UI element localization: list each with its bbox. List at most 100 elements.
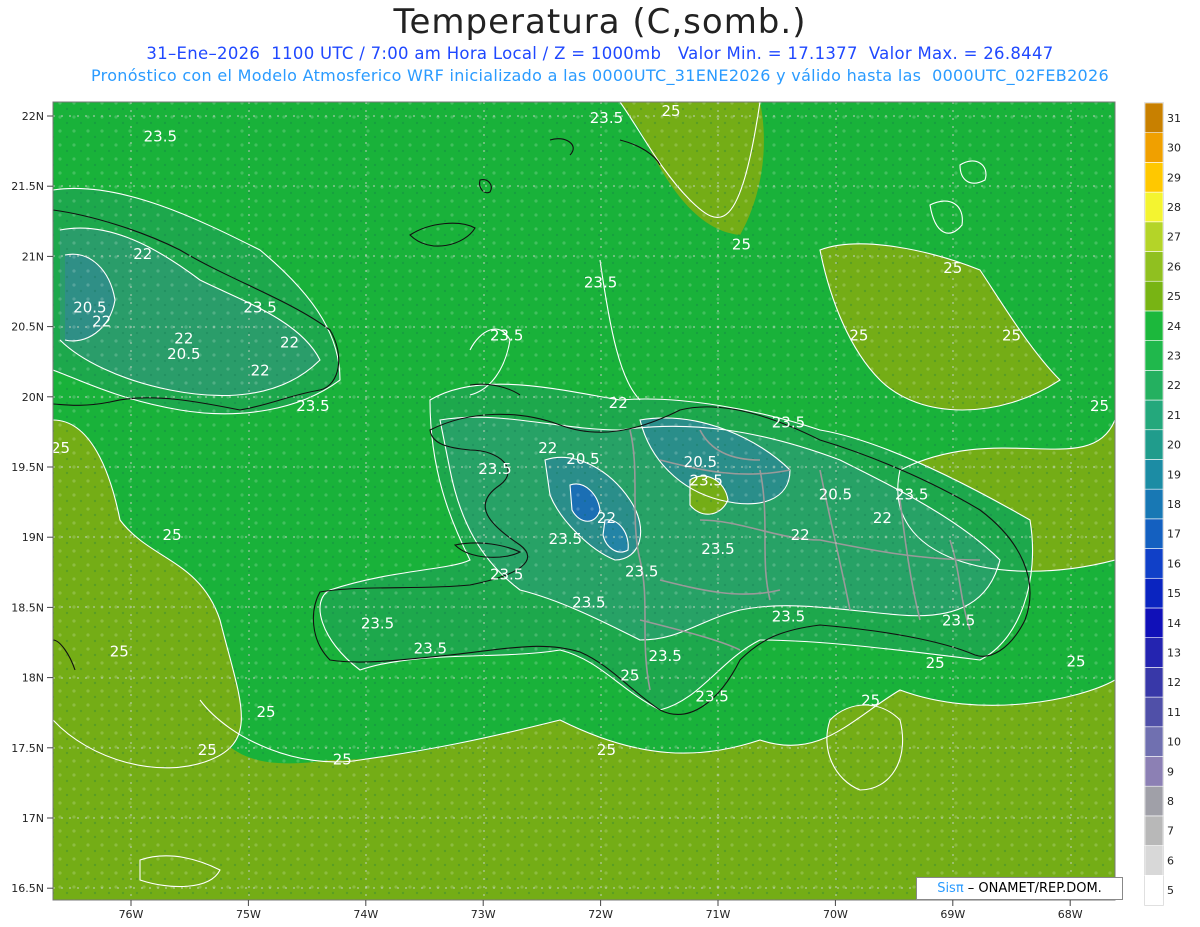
lat-tick-label: 21.5N bbox=[11, 180, 44, 193]
contour-label: 23.5 bbox=[296, 397, 329, 415]
lat-tick-label: 17N bbox=[22, 812, 44, 825]
contour-label: 22 bbox=[133, 245, 152, 263]
contour-label: 25 bbox=[51, 439, 70, 457]
contour-label: 23.5 bbox=[144, 127, 177, 145]
contour-label: 23.5 bbox=[625, 563, 658, 581]
colorbar-swatch bbox=[1144, 667, 1164, 698]
lon-tick-label: 72W bbox=[588, 908, 613, 921]
colorbar-label: 21 bbox=[1167, 409, 1181, 422]
lon-tick-label: 69W bbox=[940, 908, 965, 921]
contour-label: 23.5 bbox=[572, 593, 605, 611]
colorbar-label: 12 bbox=[1167, 676, 1181, 689]
contour-label: 25 bbox=[732, 235, 751, 253]
colorbar-label: 11 bbox=[1167, 706, 1181, 719]
contour-label: 25 bbox=[1002, 327, 1021, 345]
contour-label: 25 bbox=[333, 751, 352, 769]
colorbar-label: 23 bbox=[1167, 349, 1181, 362]
lat-tick-label: 19.5N bbox=[11, 461, 44, 474]
contour-label: 22 bbox=[92, 313, 111, 331]
colorbar-swatch bbox=[1144, 726, 1164, 757]
sispi-logo: Sisπ bbox=[937, 881, 964, 896]
field-texture bbox=[53, 102, 1115, 900]
contour-label: 25 bbox=[661, 102, 680, 120]
colorbar-label: 5 bbox=[1167, 884, 1174, 897]
colorbar-swatch bbox=[1144, 815, 1164, 846]
lon-tick-label: 74W bbox=[353, 908, 378, 921]
lat-tick-label: 16.5N bbox=[11, 882, 44, 895]
contour-label: 23.5 bbox=[9, 366, 42, 384]
contour-label: 25 bbox=[1090, 397, 1109, 415]
contour-label: 20.5 bbox=[684, 453, 717, 471]
lat-tick-label: 18.5N bbox=[11, 601, 44, 614]
colorbar-swatch bbox=[1144, 162, 1164, 193]
contour-label: 25 bbox=[926, 654, 945, 672]
contour-label: 22 bbox=[280, 334, 299, 352]
lon-tick-label: 76W bbox=[119, 908, 144, 921]
contour-label: 20.5 bbox=[566, 450, 599, 468]
lat-tick-label: 18N bbox=[22, 672, 44, 685]
lon-tick-label: 73W bbox=[471, 908, 496, 921]
colorbar-label: 28 bbox=[1167, 201, 1181, 214]
contour-label: 25 bbox=[1067, 652, 1086, 670]
lon-tick-label: 68W bbox=[1058, 908, 1083, 921]
lat-tick-label: 20N bbox=[22, 391, 44, 404]
contour-label: 23.5 bbox=[590, 109, 623, 127]
colorbar-label: 15 bbox=[1167, 587, 1181, 600]
colorbar-swatch bbox=[1144, 518, 1164, 549]
colorbar-swatch bbox=[1144, 102, 1164, 134]
contour-label: 25 bbox=[620, 666, 639, 684]
lon-tick-label: 75W bbox=[236, 908, 261, 921]
contour-label: 22 bbox=[873, 509, 892, 527]
colorbar-swatch bbox=[1144, 191, 1164, 223]
colorbar-swatch bbox=[1144, 340, 1164, 371]
contour-label: 25 bbox=[861, 692, 880, 710]
contour-label: 23.5 bbox=[243, 299, 276, 317]
contour-label: 25 bbox=[256, 703, 275, 721]
colorbar-label: 22 bbox=[1167, 379, 1181, 392]
contour-label: 23.5 bbox=[772, 414, 805, 432]
colorbar-label: 19 bbox=[1167, 468, 1181, 481]
contour-label: 22 bbox=[791, 526, 810, 544]
colorbar-label: 30 bbox=[1167, 142, 1181, 155]
contour-label: 20.5 bbox=[167, 345, 200, 363]
plot-area: 2523.523.525222523.520.5 23.52225 2523.522… bbox=[9, 102, 1115, 900]
colorbar-label: 8 bbox=[1167, 795, 1174, 808]
contour-label: 23.5 bbox=[490, 565, 523, 583]
colorbar-swatch bbox=[1144, 280, 1164, 312]
contour-label: 23.5 bbox=[772, 607, 805, 625]
colorbar-swatch bbox=[1144, 874, 1164, 906]
contour-label: 22 bbox=[597, 509, 616, 527]
colorbar-swatch bbox=[1144, 637, 1164, 668]
contour-label: 23.5 bbox=[895, 485, 928, 503]
colorbar-swatch bbox=[1144, 310, 1164, 341]
contour-label: 23.5 bbox=[690, 471, 723, 489]
contour-label: 22 bbox=[251, 362, 270, 380]
lon-tick-label: 70W bbox=[823, 908, 848, 921]
contour-label: 22 bbox=[609, 394, 628, 412]
colorbar-label: 13 bbox=[1167, 647, 1181, 660]
contour-label: 20.5 bbox=[819, 485, 852, 503]
colorbar-swatch bbox=[1144, 845, 1164, 876]
colorbar-label: 7 bbox=[1167, 825, 1174, 838]
contour-label: 25 bbox=[849, 327, 868, 345]
colorbar-swatch bbox=[1144, 756, 1164, 787]
colorbar-swatch bbox=[1144, 577, 1164, 609]
contour-label: 23.5 bbox=[584, 273, 617, 291]
colorbar-label: 26 bbox=[1167, 260, 1181, 273]
colorbar-label: 16 bbox=[1167, 557, 1181, 570]
lat-tick-label: 17.5N bbox=[11, 742, 44, 755]
colorbar-label: 27 bbox=[1167, 231, 1181, 244]
colorbar-swatch bbox=[1144, 785, 1164, 817]
colorbar-swatch bbox=[1144, 132, 1164, 163]
colorbar-swatch bbox=[1144, 221, 1164, 252]
contour-label: 25 bbox=[110, 643, 129, 661]
colorbar-swatch bbox=[1144, 251, 1164, 282]
contour-label: 23.5 bbox=[414, 640, 447, 658]
colorbar-label: 25 bbox=[1167, 290, 1181, 303]
lat-tick-label: 19N bbox=[22, 531, 44, 544]
colorbar-label: 17 bbox=[1167, 528, 1181, 541]
colorbar-label: 24 bbox=[1167, 320, 1181, 333]
contour-label: 23.5 bbox=[695, 687, 728, 705]
colorbar-label: 10 bbox=[1167, 736, 1181, 749]
credit-box: Sisπ – ONAMET/REP.DOM. bbox=[916, 877, 1123, 900]
